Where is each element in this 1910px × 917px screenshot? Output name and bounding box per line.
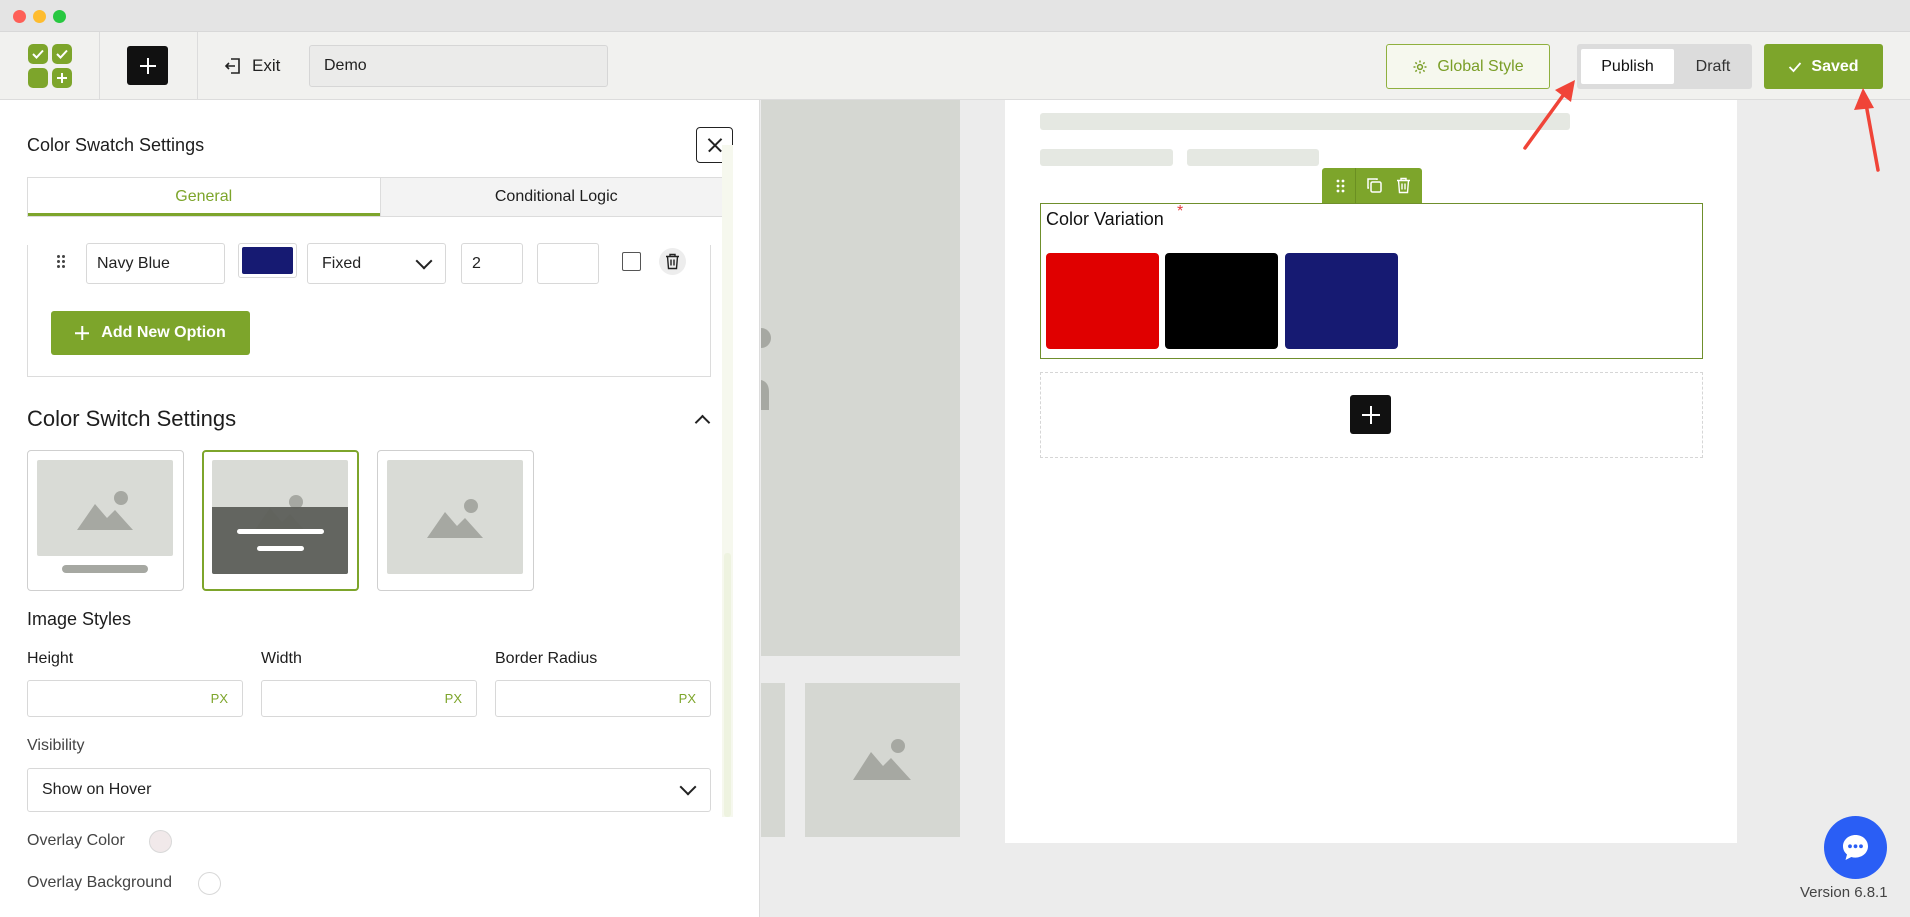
global-style-button[interactable]: Global Style bbox=[1386, 44, 1550, 89]
background-preview-block bbox=[761, 100, 960, 656]
panel-title: Color Swatch Settings bbox=[27, 135, 205, 155]
overlay-background-picker[interactable] bbox=[198, 872, 221, 895]
toolbar-divider bbox=[197, 32, 198, 100]
chat-icon bbox=[1843, 835, 1868, 860]
option-price-input[interactable]: 2 bbox=[461, 243, 523, 284]
trash-icon[interactable] bbox=[1396, 177, 1411, 194]
drag-handle-icon[interactable] bbox=[57, 255, 67, 269]
caption-bar bbox=[62, 565, 148, 573]
option-default-checkbox[interactable] bbox=[622, 252, 641, 271]
settings-tabs: General Conditional Logic bbox=[27, 177, 733, 217]
option-color-picker[interactable] bbox=[238, 243, 297, 278]
option-extra-input[interactable] bbox=[537, 243, 599, 284]
toolbar-divider bbox=[99, 32, 100, 100]
unit-label: PX bbox=[678, 691, 696, 706]
exit-button[interactable]: Exit bbox=[224, 54, 280, 78]
global-style-label: Global Style bbox=[1437, 57, 1524, 75]
swatch-navy-blue[interactable] bbox=[1285, 253, 1398, 349]
border-radius-input[interactable]: PX bbox=[495, 680, 711, 717]
form-title-input[interactable]: Demo bbox=[309, 45, 608, 87]
tab-conditional-logic[interactable]: Conditional Logic bbox=[379, 178, 732, 216]
color-switch-settings-title: Color Switch Settings bbox=[27, 406, 237, 431]
add-field-button[interactable] bbox=[1350, 395, 1391, 434]
unit-label: PX bbox=[210, 691, 228, 706]
plus-icon bbox=[75, 326, 89, 340]
add-element-button[interactable] bbox=[127, 46, 168, 85]
add-option-label: Add New Option bbox=[101, 324, 226, 341]
window-titlebar bbox=[0, 0, 1910, 32]
chevron-down-icon bbox=[679, 778, 697, 796]
exit-icon bbox=[224, 58, 240, 74]
image-placeholder-icon bbox=[37, 460, 173, 556]
width-label: Width bbox=[261, 650, 302, 667]
duplicate-icon[interactable] bbox=[1366, 177, 1383, 194]
visibility-label: Visibility bbox=[27, 737, 85, 754]
window-minimize-icon[interactable] bbox=[33, 10, 46, 23]
check-icon bbox=[1789, 61, 1802, 72]
skeleton-line bbox=[1040, 149, 1173, 166]
overlay-background-label: Overlay Background bbox=[27, 874, 172, 891]
top-toolbar: Exit Demo Global Style Publish Draft Sav… bbox=[0, 32, 1910, 100]
chat-support-button[interactable] bbox=[1824, 816, 1887, 879]
height-input[interactable]: PX bbox=[27, 680, 243, 717]
image-styles-title: Image Styles bbox=[27, 609, 132, 629]
price-type-select[interactable]: Fixed bbox=[307, 243, 446, 284]
app-logo-icon bbox=[28, 44, 72, 88]
window-close-icon[interactable] bbox=[13, 10, 26, 23]
overlay-color-picker[interactable] bbox=[149, 830, 172, 853]
delete-option-button[interactable] bbox=[659, 248, 686, 275]
swatch-red[interactable] bbox=[1046, 253, 1159, 349]
required-marker: * bbox=[1177, 203, 1184, 220]
height-label: Height bbox=[27, 650, 74, 667]
background-figure bbox=[751, 320, 771, 410]
saved-button[interactable]: Saved bbox=[1764, 44, 1883, 89]
style-option-caption-below[interactable] bbox=[27, 450, 184, 591]
skeleton-line bbox=[1187, 149, 1319, 166]
saved-label: Saved bbox=[1811, 57, 1859, 75]
image-placeholder-icon bbox=[853, 739, 911, 780]
tab-general[interactable]: General bbox=[28, 178, 380, 216]
gear-icon bbox=[1413, 60, 1427, 73]
draft-button[interactable]: Draft bbox=[1677, 49, 1749, 84]
drag-handle-icon[interactable] bbox=[1336, 179, 1346, 193]
overlay-color-label: Overlay Color bbox=[27, 832, 125, 849]
background-thumb bbox=[805, 683, 960, 837]
width-input[interactable]: PX bbox=[261, 680, 477, 717]
swatch-black[interactable] bbox=[1165, 253, 1278, 349]
style-option-overlay[interactable] bbox=[202, 450, 359, 591]
version-label: Version 6.8.1 bbox=[1800, 884, 1888, 901]
exit-label: Exit bbox=[252, 56, 281, 75]
image-placeholder-icon bbox=[212, 460, 348, 574]
publish-button[interactable]: Publish bbox=[1581, 49, 1674, 84]
option-color-fill bbox=[242, 247, 293, 274]
background-thumb bbox=[761, 683, 785, 837]
option-name-input[interactable]: Navy Blue bbox=[86, 243, 225, 284]
publish-status-toggle: Publish Draft bbox=[1577, 44, 1752, 89]
add-new-option-button[interactable]: Add New Option bbox=[51, 311, 250, 355]
price-type-value: Fixed bbox=[322, 255, 362, 272]
visibility-select[interactable]: Show on Hover bbox=[27, 768, 711, 812]
skeleton-line bbox=[1040, 113, 1570, 130]
border-radius-label: Border Radius bbox=[495, 650, 598, 667]
chevron-down-icon bbox=[415, 252, 433, 270]
panel-scrollbar-thumb[interactable] bbox=[724, 553, 731, 817]
visibility-value: Show on Hover bbox=[42, 781, 152, 798]
image-placeholder-icon bbox=[387, 460, 523, 574]
trash-icon bbox=[666, 253, 679, 270]
element-toolbar bbox=[1322, 168, 1422, 203]
style-option-image-only[interactable] bbox=[377, 450, 534, 591]
window-maximize-icon[interactable] bbox=[53, 10, 66, 23]
unit-label: PX bbox=[444, 691, 462, 706]
field-label: Color Variation bbox=[1046, 209, 1164, 229]
